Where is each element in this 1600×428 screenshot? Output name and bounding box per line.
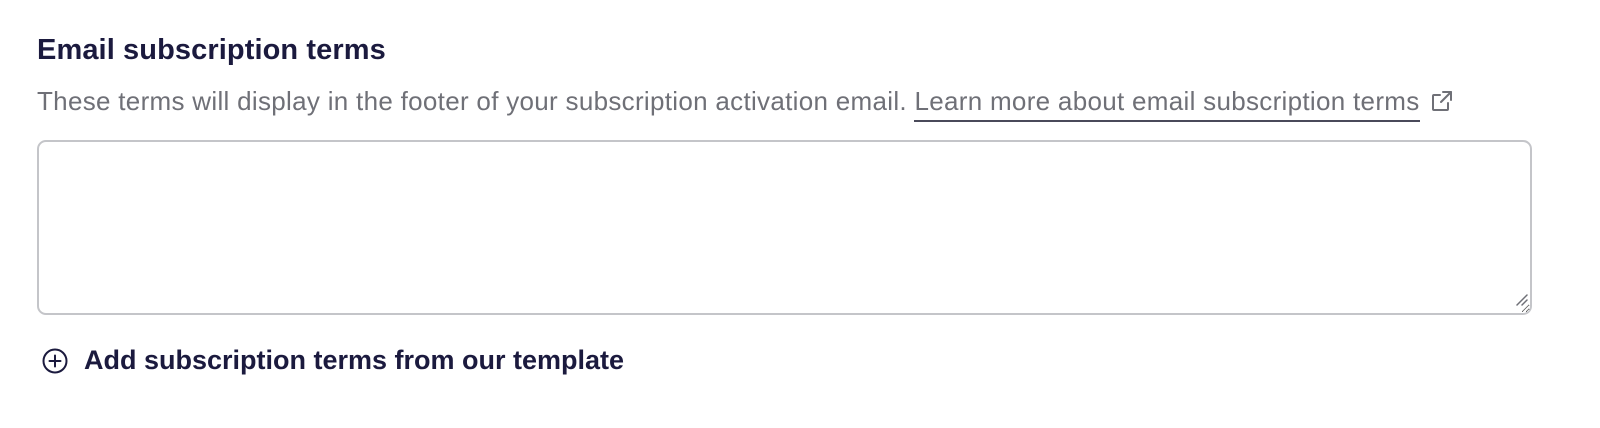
section-description-row: These terms will display in the footer o… — [37, 86, 1454, 122]
external-link-icon[interactable] — [1430, 89, 1454, 120]
terms-textarea[interactable] — [37, 140, 1532, 315]
learn-more-link[interactable]: Learn more about email subscription term… — [914, 86, 1420, 122]
terms-textarea-wrapper — [37, 140, 1532, 315]
add-template-button[interactable]: Add subscription terms from our template — [42, 345, 624, 376]
section-title: Email subscription terms — [37, 34, 386, 66]
add-template-label: Add subscription terms from our template — [84, 345, 625, 375]
section-description: These terms will display in the footer o… — [37, 86, 907, 116]
plus-circle-icon — [42, 348, 68, 374]
